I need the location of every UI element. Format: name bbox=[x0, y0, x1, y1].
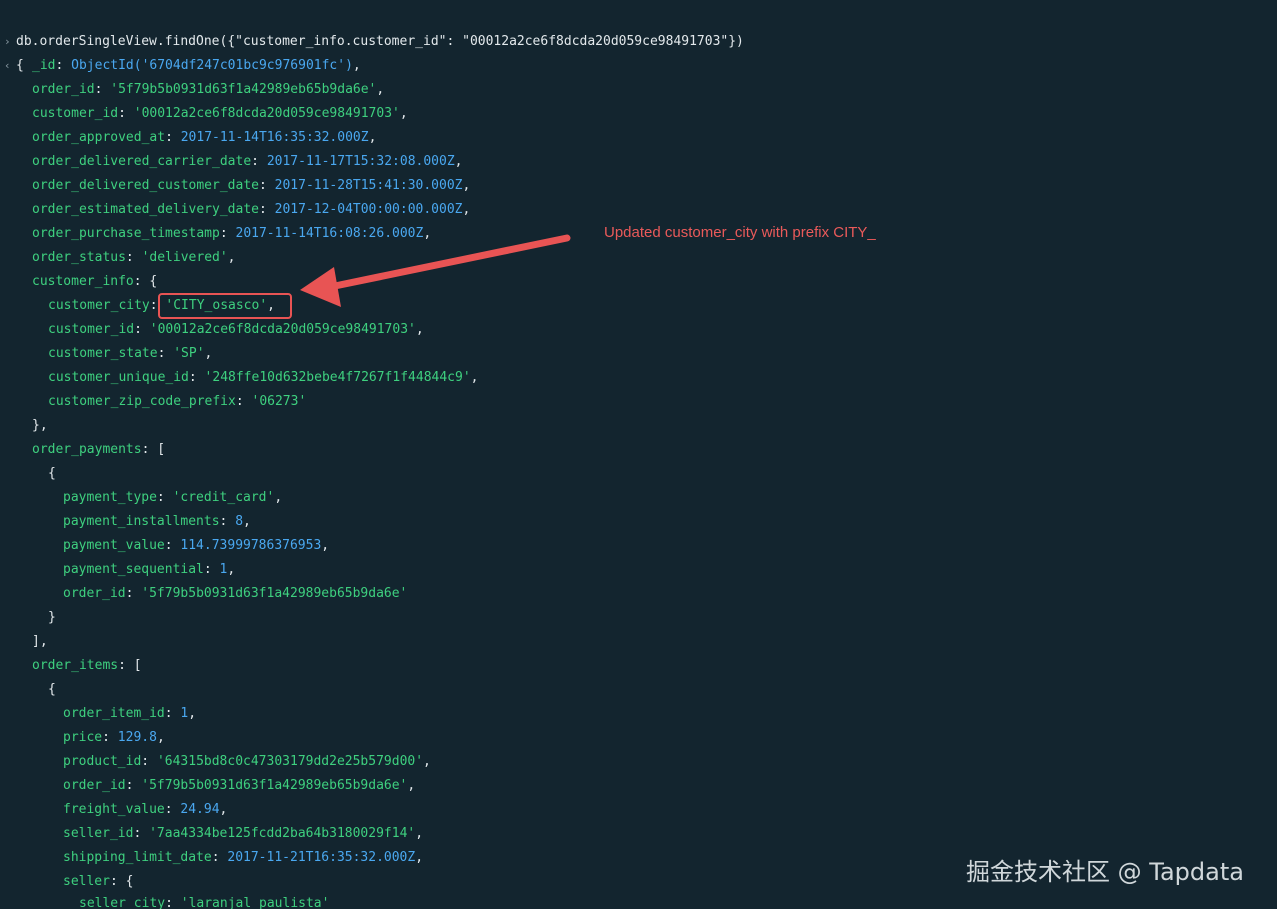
highlight-box bbox=[158, 293, 292, 319]
result-open-line: ‹{ bbox=[0, 30, 31, 73]
field-seller-id: seller_id: '7aa4334be125fcdd2ba64b318002… bbox=[63, 826, 424, 841]
mongo-shell-console: › db.orderSingleView.findOne({"customer_i… bbox=[0, 0, 1277, 909]
payments-object-open: { bbox=[48, 466, 56, 481]
field-customer-zip-code-prefix: customer_zip_code_prefix: '06273' bbox=[48, 394, 307, 409]
payments-object-close: } bbox=[48, 610, 56, 625]
field-payment-type: payment_type: 'credit_card', bbox=[63, 490, 283, 505]
field-payment-installments: payment_installments: 8, bbox=[63, 514, 251, 529]
annotation-text: Updated customer_city with prefix CITY_ bbox=[604, 224, 876, 241]
field-order-approved-at: order_approved_at: 2017-11-14T16:35:32.0… bbox=[32, 130, 377, 145]
field-seller: seller: { bbox=[63, 874, 134, 889]
field-order-items: order_items: [ bbox=[32, 658, 142, 673]
field-order-estimated-delivery-date: order_estimated_delivery_date: 2017-12-0… bbox=[32, 202, 471, 217]
command-text[interactable]: db.orderSingleView.findOne({"customer_in… bbox=[16, 30, 744, 54]
field-product-id: product_id: '64315bd8c0c47303179dd2e25b5… bbox=[63, 754, 431, 769]
field-price: price: 129.8, bbox=[63, 730, 165, 745]
field-id: _id: ObjectId('6704df247c01bc9c976901fc'… bbox=[32, 58, 361, 73]
field-customer-info: customer_info: { bbox=[32, 274, 158, 289]
field-order-id: order_id: '5f79b5b0931d63f1a42989eb65b9d… bbox=[32, 82, 385, 97]
customer-info-close: }, bbox=[32, 418, 48, 433]
field-order-item-id: order_item_id: 1, bbox=[63, 706, 197, 721]
field-customer-id: customer_id: '00012a2ce6f8dcda20d059ce98… bbox=[32, 106, 408, 121]
field-shipping-limit-date: shipping_limit_date: 2017-11-21T16:35:32… bbox=[63, 850, 424, 865]
field-item-order-id: order_id: '5f79b5b0931d63f1a42989eb65b9d… bbox=[63, 778, 416, 793]
field-seller-city: seller_city: 'laranjal paulista' bbox=[79, 896, 330, 909]
watermark: 掘金技术社区 @ Tapdata bbox=[966, 858, 1244, 886]
items-object-open: { bbox=[48, 682, 56, 697]
field-payment-order-id: order_id: '5f79b5b0931d63f1a42989eb65b9d… bbox=[63, 586, 408, 601]
field-customer-state: customer_state: 'SP', bbox=[48, 346, 213, 361]
order-payments-close: ], bbox=[32, 634, 48, 649]
field-order-delivered-carrier-date: order_delivered_carrier_date: 2017-11-17… bbox=[32, 154, 463, 169]
field-freight-value: freight_value: 24.94, bbox=[63, 802, 228, 817]
command-line[interactable]: › db.orderSingleView.findOne({"customer_i… bbox=[0, 6, 744, 49]
field-order-status: order_status: 'delivered', bbox=[32, 250, 236, 265]
field-order-purchase-timestamp: order_purchase_timestamp: 2017-11-14T16:… bbox=[32, 226, 432, 241]
chevron-left-icon: ‹ bbox=[4, 59, 11, 72]
field-customer-info-customer-id: customer_id: '00012a2ce6f8dcda20d059ce98… bbox=[48, 322, 424, 337]
field-order-delivered-customer-date: order_delivered_customer_date: 2017-11-2… bbox=[32, 178, 471, 193]
field-customer-unique-id: customer_unique_id: '248ffe10d632bebe4f7… bbox=[48, 370, 479, 385]
field-payment-value: payment_value: 114.73999786376953, bbox=[63, 538, 330, 553]
field-order-payments: order_payments: [ bbox=[32, 442, 166, 457]
field-payment-sequential: payment_sequential: 1, bbox=[63, 562, 236, 577]
